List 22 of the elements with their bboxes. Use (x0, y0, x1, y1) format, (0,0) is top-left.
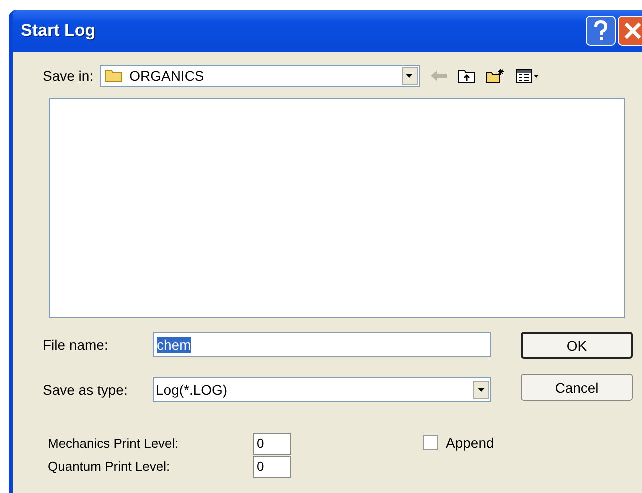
new-folder-icon[interactable] (486, 68, 506, 84)
view-menu-icon[interactable] (516, 69, 540, 83)
save-in-label: Save in: (43, 68, 94, 84)
print-level-field[interactable]: 0 (253, 432, 291, 454)
close-button[interactable] (618, 16, 642, 46)
dialog-button[interactable]: Cancel (521, 374, 633, 401)
print-level-label: Mechanics Print Level: (48, 436, 180, 451)
dialog-button[interactable]: OK (521, 332, 633, 359)
save-in-dropdown[interactable]: ORGANICS (100, 65, 420, 87)
save-as-type-dropdown[interactable]: Log(*.LOG) (153, 377, 491, 402)
file-name-field[interactable]: chem (153, 332, 491, 357)
append-label: Append (446, 435, 494, 451)
up-folder-icon[interactable] (458, 68, 476, 84)
print-level-field[interactable]: 0 (253, 456, 291, 478)
window-title: Start Log (21, 21, 96, 41)
file-name-label: File name: (43, 336, 110, 352)
help-button[interactable] (586, 16, 616, 46)
save-as-type-label: Save as type: (43, 382, 129, 398)
folder-name: ORGANICS (128, 68, 206, 84)
print-level-label: Quantum Print Level: (48, 459, 172, 474)
folder-icon (104, 69, 123, 83)
append-checkbox[interactable] (423, 435, 438, 450)
